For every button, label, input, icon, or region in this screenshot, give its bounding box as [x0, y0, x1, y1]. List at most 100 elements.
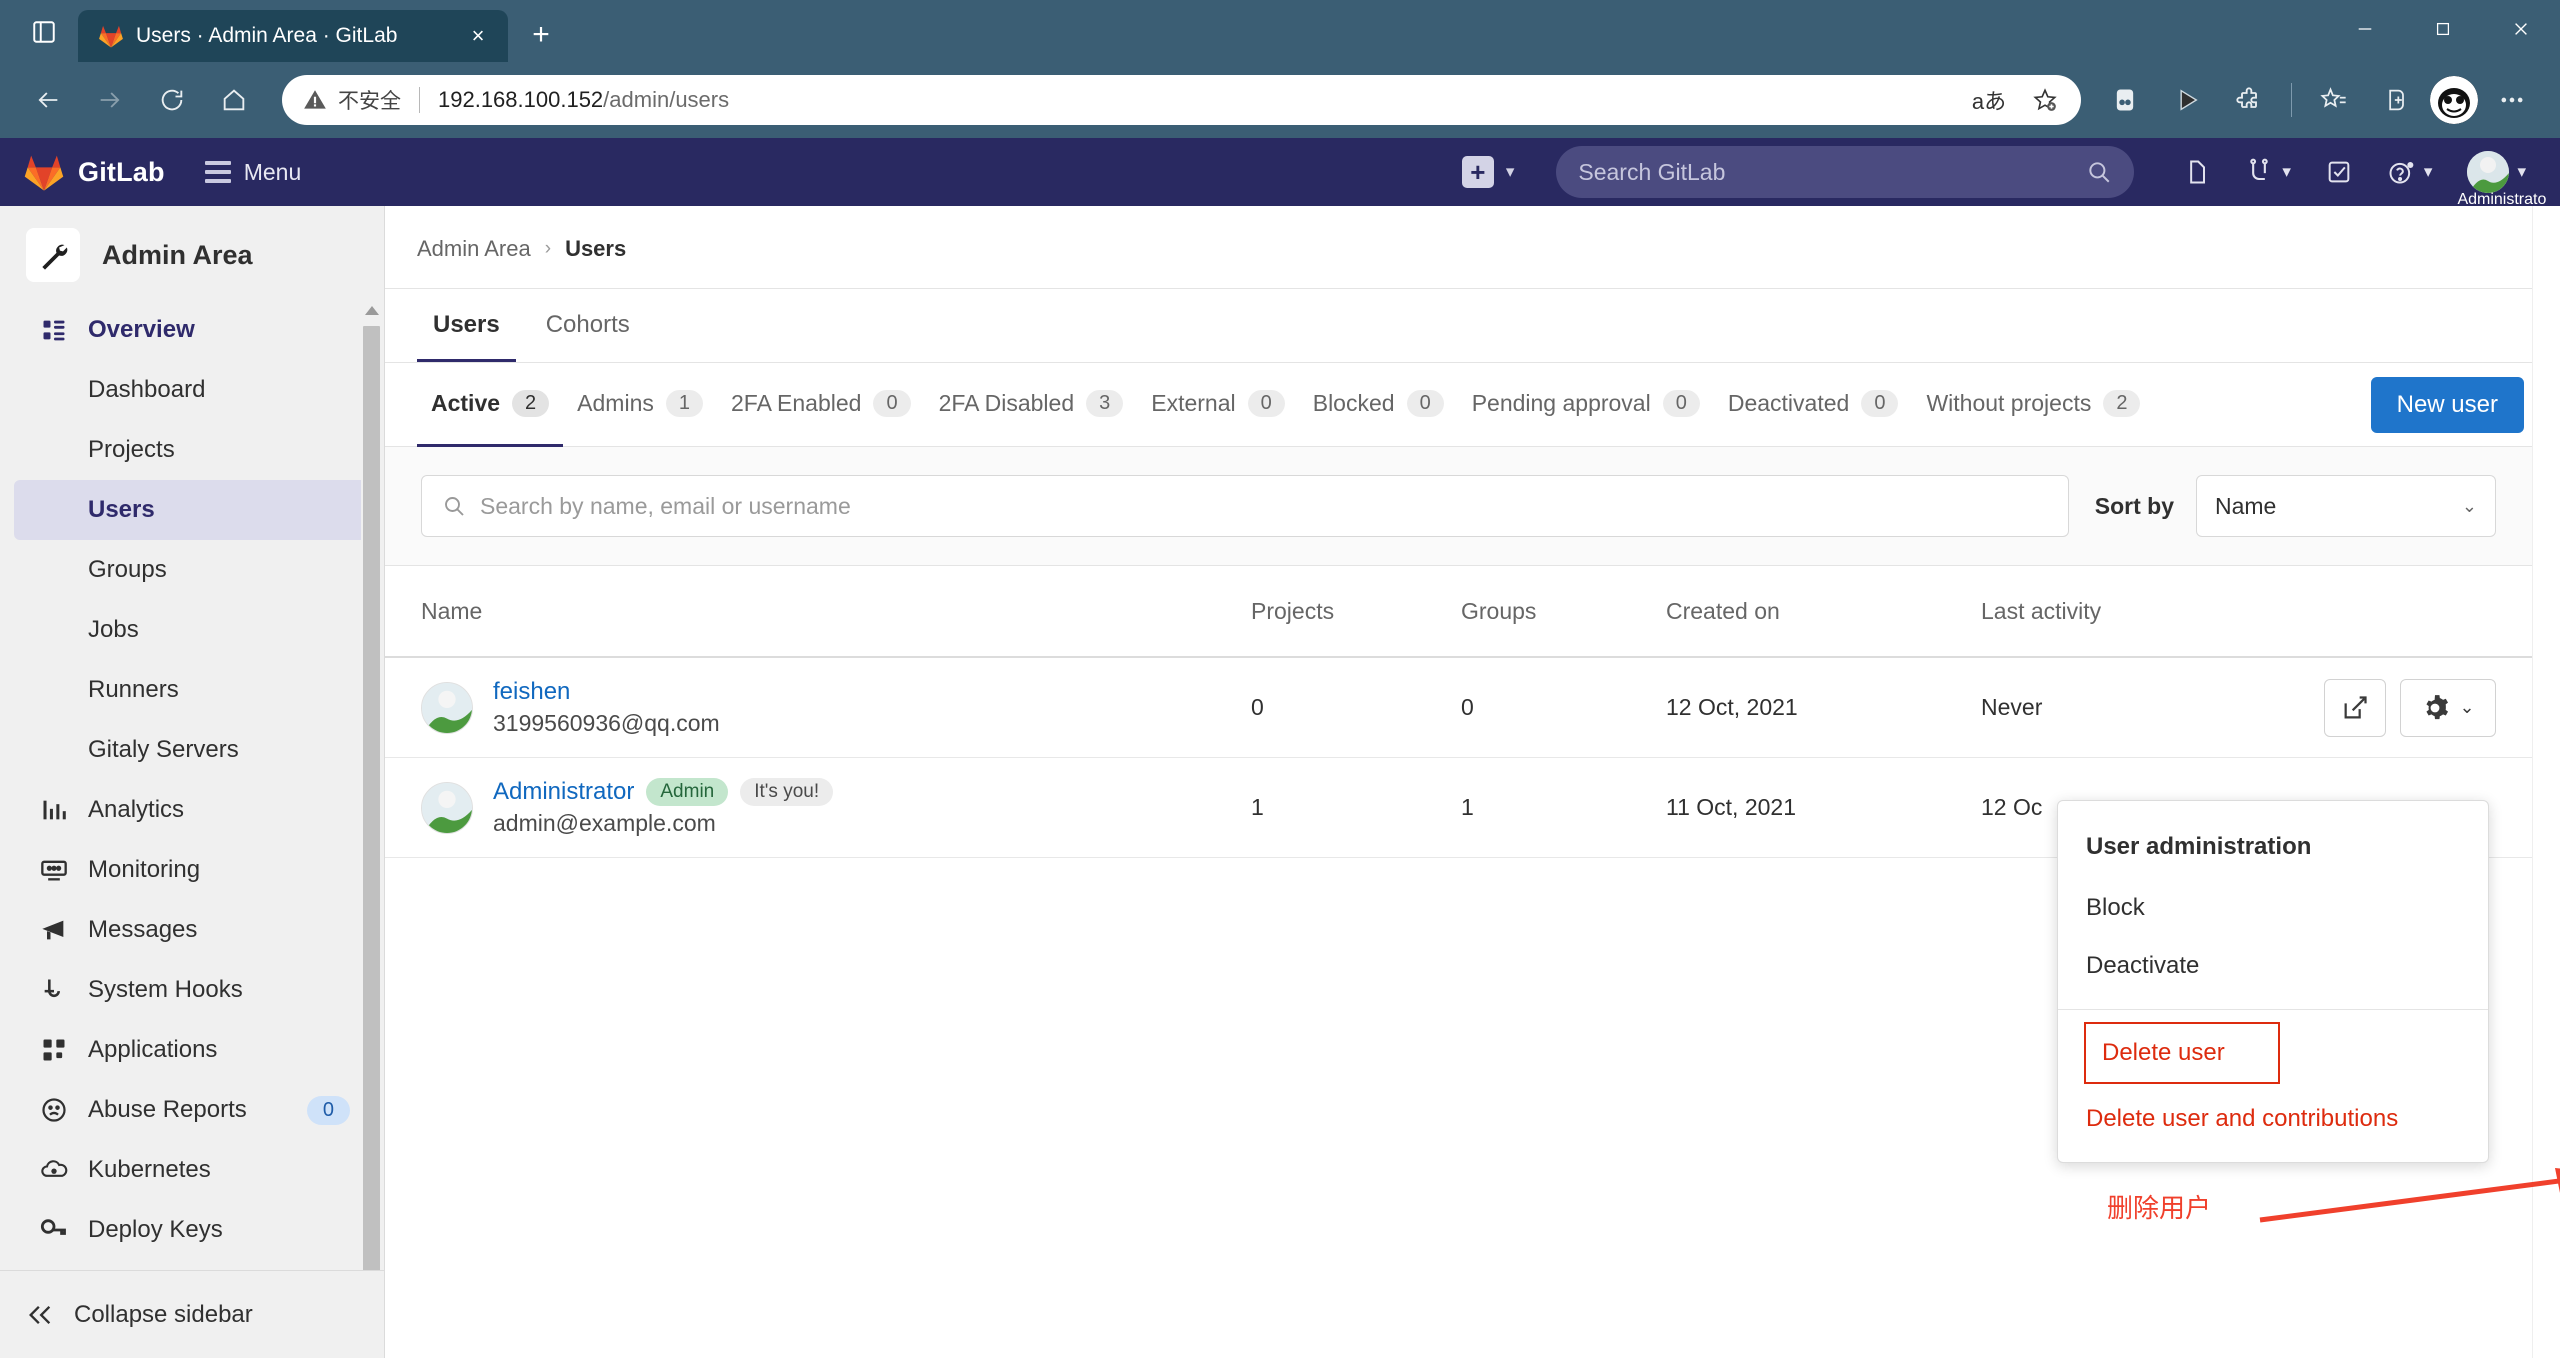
chevron-down-icon[interactable]: ▾ — [1506, 162, 1515, 182]
browser-tab[interactable]: Users · Admin Area · GitLab × — [78, 10, 508, 62]
sidebar-item-label: Jobs — [88, 616, 139, 644]
back-arrow-icon[interactable] — [20, 72, 76, 128]
merge-requests-icon[interactable]: ▾ — [2228, 138, 2308, 206]
main-scrollbar[interactable] — [2532, 206, 2560, 1358]
close-window-button[interactable] — [2482, 0, 2560, 58]
user-menu-button[interactable]: ▾ Administrato — [2449, 138, 2538, 206]
dropdown-item-delete-user-and-contributions[interactable]: Delete user and contributions — [2058, 1090, 2488, 1148]
scroll-up-arrow-icon[interactable] — [365, 306, 379, 315]
todos-icon[interactable] — [2308, 138, 2370, 206]
filter-tab-admins[interactable]: Admins 1 — [563, 363, 717, 447]
breadcrumb-root[interactable]: Admin Area — [417, 236, 531, 262]
sidebar-header[interactable]: Admin Area — [0, 206, 384, 300]
tab-users[interactable]: Users — [417, 289, 516, 362]
sidebar-item-projects[interactable]: Projects — [14, 420, 370, 480]
sidebar-item-gitaly-servers[interactable]: Gitaly Servers — [14, 720, 370, 780]
new-user-button[interactable]: New user — [2371, 377, 2524, 433]
chevron-down-icon: ▾ — [2517, 162, 2526, 182]
address-bar[interactable]: 不安全 192.168.100.152/admin/users aあ — [282, 75, 2081, 125]
dropdown-item-deactivate[interactable]: Deactivate — [2058, 937, 2488, 995]
main-menu-button[interactable]: Menu — [205, 159, 302, 186]
wrench-icon — [26, 228, 80, 282]
kubernetes-icon — [40, 1156, 68, 1184]
read-aloud-icon[interactable]: aあ — [1963, 77, 2015, 123]
collections-icon[interactable] — [2097, 72, 2153, 128]
cell-created-on: 12 Oct, 2021 — [1666, 694, 1981, 721]
reload-icon[interactable] — [144, 72, 200, 128]
gitlab-brand[interactable]: GitLab — [78, 157, 165, 188]
filter-tab-2fa-enabled[interactable]: 2FA Enabled 0 — [717, 363, 925, 447]
sidebar-item-labels[interactable]: Labels — [14, 1260, 370, 1270]
tab-cohorts[interactable]: Cohorts — [530, 289, 646, 362]
collapse-sidebar-button[interactable]: Collapse sidebar — [0, 1270, 384, 1358]
sidebar-item-label: Applications — [88, 1036, 217, 1064]
sidebar-item-groups[interactable]: Groups — [14, 540, 370, 600]
sidebar-item-deploy-keys[interactable]: Deploy Keys — [14, 1200, 370, 1260]
sort-by-label: Sort by — [2095, 493, 2174, 520]
filter-tab-without-projects[interactable]: Without projects 2 — [1912, 363, 2154, 447]
user-name-link[interactable]: feishen — [493, 678, 570, 706]
minimize-button[interactable] — [2326, 0, 2404, 58]
filter-tab-2fa-disabled[interactable]: 2FA Disabled 3 — [925, 363, 1138, 447]
tab-actions-icon[interactable] — [22, 10, 66, 54]
search-input[interactable]: Search GitLab — [1556, 146, 2134, 198]
sidebar-item-dashboard[interactable]: Dashboard — [14, 360, 370, 420]
sidebar-item-users[interactable]: Users — [14, 480, 370, 540]
sidebar-item-messages[interactable]: Messages — [14, 900, 370, 960]
add-favorite-icon[interactable] — [2019, 77, 2071, 123]
sidebar-item-label: Overview — [88, 316, 195, 344]
add-tab-group-icon[interactable] — [2368, 72, 2424, 128]
help-icon[interactable]: ▾ — [2370, 138, 2450, 206]
sidebar-item-label: Groups — [88, 556, 167, 584]
sidebar-item-system-hooks[interactable]: System Hooks — [14, 960, 370, 1020]
favorites-list-icon[interactable] — [2306, 72, 2362, 128]
user-email: admin@example.com — [493, 810, 833, 837]
search-placeholder: Search GitLab — [1578, 159, 2076, 186]
sort-by-select[interactable]: Name ⌄ — [2196, 475, 2496, 537]
filter-tab-deactivated[interactable]: Deactivated 0 — [1714, 363, 1913, 447]
more-options-icon[interactable] — [2484, 72, 2540, 128]
chevron-down-icon: ▾ — [2424, 162, 2433, 182]
filter-tab-external[interactable]: External 0 — [1137, 363, 1299, 447]
filter-tab-pending-approval[interactable]: Pending approval 0 — [1458, 363, 1714, 447]
chevron-down-icon: ▾ — [2282, 162, 2291, 182]
filter-label: Active — [431, 390, 500, 417]
home-icon[interactable] — [206, 72, 262, 128]
sidebar-scrollbar[interactable] — [361, 300, 383, 1270]
sidebar-item-kubernetes[interactable]: Kubernetes — [14, 1140, 370, 1200]
edit-pencil-icon[interactable] — [2324, 679, 2386, 737]
filter-tab-active[interactable]: Active 2 — [417, 363, 563, 447]
user-name-line: Administrator Admin It's you! — [493, 778, 833, 806]
dropdown-item-block[interactable]: Block — [2058, 879, 2488, 937]
not-secure-indicator[interactable]: 不安全 — [302, 85, 401, 115]
user-settings-dropdown-button[interactable]: ⌄ — [2400, 679, 2496, 737]
breadcrumb: Admin Area › Users — [385, 206, 2532, 289]
profile-avatar[interactable] — [2430, 76, 2478, 124]
dropdown-item-delete-user[interactable]: Delete user — [2084, 1022, 2280, 1084]
close-icon[interactable]: × — [462, 20, 494, 52]
issues-icon[interactable] — [2166, 138, 2228, 206]
gitlab-logo-icon[interactable] — [22, 151, 66, 193]
sidebar-item-label: Abuse Reports — [88, 1096, 247, 1124]
filter-tab-blocked[interactable]: Blocked 0 — [1299, 363, 1458, 447]
sidebar-item-jobs[interactable]: Jobs — [14, 600, 370, 660]
cell-created-on: 11 Oct, 2021 — [1666, 794, 1981, 821]
sidebar-item-applications[interactable]: Applications — [14, 1020, 370, 1080]
sidebar-item-analytics[interactable]: Analytics — [14, 780, 370, 840]
forward-arrow-icon[interactable] — [82, 72, 138, 128]
sidebar-item-monitoring[interactable]: Monitoring — [14, 840, 370, 900]
sidebar-item-overview[interactable]: Overview — [14, 300, 370, 360]
extensions-icon[interactable] — [2221, 72, 2277, 128]
sidebar-item-runners[interactable]: Runners — [14, 660, 370, 720]
page-body: Admin Area Overview Dashboard Projects U… — [0, 206, 2560, 1358]
search-input[interactable]: Search by name, email or username — [421, 475, 2069, 537]
sidebar-item-abuse-reports[interactable]: Abuse Reports 0 — [14, 1080, 370, 1140]
search-icon — [442, 494, 466, 518]
scrollbar-thumb[interactable] — [363, 326, 380, 1270]
window-controls — [2326, 0, 2560, 58]
media-play-icon[interactable] — [2159, 72, 2215, 128]
maximize-button[interactable] — [2404, 0, 2482, 58]
user-name-link[interactable]: Administrator — [493, 778, 634, 806]
new-tab-button[interactable]: + — [518, 12, 564, 58]
plus-square-icon[interactable]: + — [1462, 156, 1494, 188]
